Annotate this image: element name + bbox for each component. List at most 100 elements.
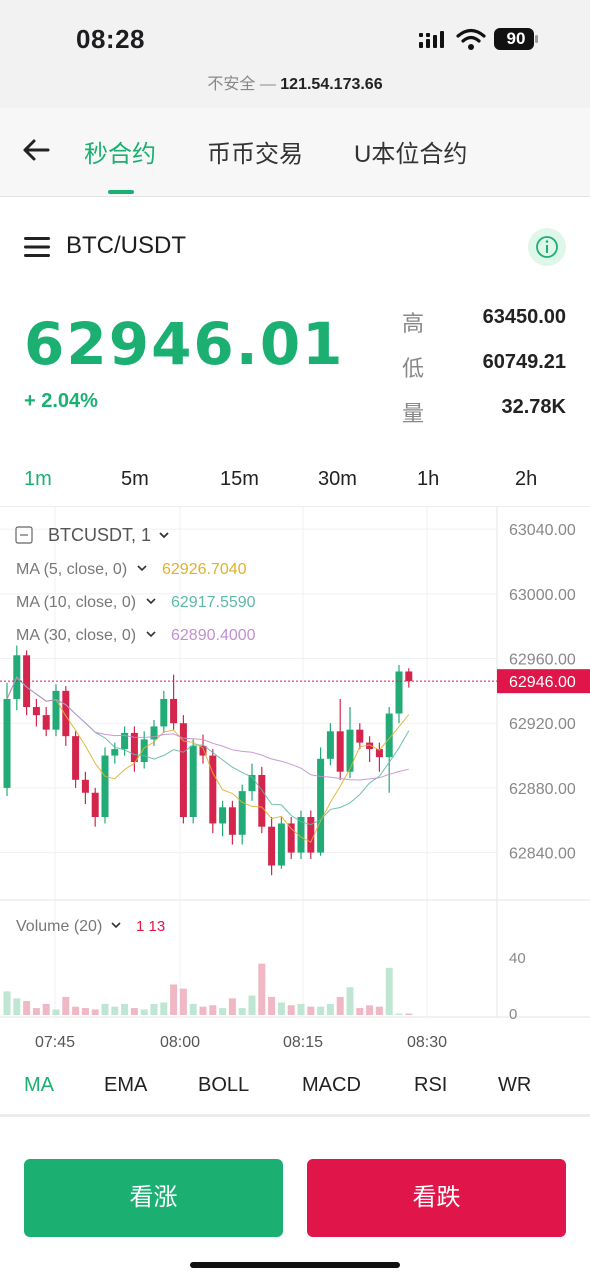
- candlestick-chart[interactable]: 63040.00 63000.00 62960.00 62920.00 62880.00…: [0, 507, 590, 1053]
- ma10-label[interactable]: MA (10, close, 0): [16, 594, 136, 611]
- back-arrow-icon[interactable]: [20, 134, 52, 166]
- volume-bar: [287, 1005, 295, 1015]
- volume-bar: [91, 1009, 99, 1015]
- tab-spot-trading[interactable]: 币币交易: [207, 134, 303, 169]
- candle-body: [356, 729, 364, 743]
- status-time: 08:28: [76, 24, 145, 54]
- volume-bar: [32, 1008, 40, 1015]
- volume-chevron-icon[interactable]: [111, 922, 121, 929]
- volume-bar: [179, 988, 187, 1015]
- ma30-chevron-icon[interactable]: [146, 631, 156, 638]
- candle-body: [307, 817, 315, 853]
- volume-bar: [13, 998, 21, 1015]
- ma5-chevron-icon[interactable]: [137, 565, 147, 572]
- volume-bar: [23, 1001, 31, 1015]
- indicator-ma[interactable]: MA: [24, 1074, 54, 1097]
- menu-icon[interactable]: [24, 236, 50, 258]
- price-chart[interactable]: 63040.00 63000.00 62960.00 62920.00 62880.00…: [0, 506, 590, 1053]
- candle-body: [160, 698, 168, 727]
- candle-body: [52, 690, 60, 730]
- volume-bar: [297, 1003, 305, 1015]
- volume-bar: [336, 996, 344, 1015]
- volume-bar: [228, 998, 236, 1015]
- current-price: 62946.01: [24, 310, 345, 378]
- time-tick-label: 07:45: [35, 1034, 75, 1051]
- candle-body: [405, 671, 413, 682]
- pair-name[interactable]: BTC/USDT: [66, 232, 186, 260]
- volume-value: 32.78K: [501, 396, 567, 418]
- volume-bar: [101, 1003, 109, 1015]
- candle-body: [258, 774, 266, 827]
- symbol-label[interactable]: BTCUSDT, 1: [48, 525, 151, 545]
- volume-bar: [52, 1009, 60, 1015]
- tab-usdt-contract[interactable]: U本位合约: [354, 134, 467, 169]
- candle-body: [268, 826, 276, 866]
- volume-bar: [209, 1005, 217, 1015]
- timeframe-15m[interactable]: 15m: [220, 468, 259, 491]
- candle-body: [219, 807, 227, 824]
- candle-body: [101, 755, 109, 817]
- ma10-chevron-icon[interactable]: [146, 598, 156, 605]
- volume-indicator-label[interactable]: Volume (20): [16, 918, 102, 935]
- price-tick-label: 62840.00: [509, 846, 576, 863]
- url-address: 121.54.173.66: [280, 76, 383, 93]
- timeframe-1h[interactable]: 1h: [417, 468, 439, 491]
- low-label: 低: [402, 356, 425, 381]
- volume-bar: [111, 1006, 119, 1015]
- price-tick-label: 62920.00: [509, 716, 576, 733]
- indicator-macd[interactable]: MACD: [302, 1074, 361, 1097]
- volume-bar: [258, 963, 266, 1015]
- candle-body: [326, 731, 334, 759]
- ma30-label[interactable]: MA (30, close, 0): [16, 627, 136, 644]
- indicator-ema[interactable]: EMA: [104, 1074, 147, 1097]
- last-price-label: 62946.00: [509, 674, 576, 691]
- volume-bar: [150, 1003, 158, 1015]
- candle-body: [170, 698, 178, 724]
- candle-body: [140, 739, 148, 763]
- buy-up-button[interactable]: 看涨: [24, 1159, 283, 1237]
- candle-body: [3, 698, 11, 788]
- volume-bar: [219, 1008, 227, 1015]
- symbol-chevron-icon[interactable]: [159, 532, 169, 539]
- volume-bar: [317, 1006, 325, 1015]
- tab-second-contract[interactable]: 秒合约: [84, 134, 156, 169]
- candle-body: [228, 807, 236, 835]
- high-value: 63450.00: [482, 306, 566, 328]
- battery-level: 90: [506, 29, 526, 48]
- info-button[interactable]: [528, 228, 566, 266]
- volume-bar: [375, 1006, 383, 1015]
- timeframe-1m[interactable]: 1m: [24, 468, 52, 491]
- wifi-icon: [456, 28, 486, 50]
- high-stat: 高 63450.00: [386, 306, 566, 336]
- volume-bar: [199, 1006, 207, 1015]
- url-bar[interactable]: 不安全 — 121.54.173.66: [0, 70, 590, 109]
- timeframe-5m[interactable]: 5m: [121, 468, 149, 491]
- volume-bar: [356, 1008, 364, 1015]
- indicator-wr[interactable]: WR: [498, 1074, 531, 1097]
- ma5-label[interactable]: MA (5, close, 0): [16, 561, 127, 578]
- time-tick-label: 08:15: [283, 1034, 323, 1051]
- candle-body: [81, 779, 89, 793]
- volume-label: 量: [402, 401, 425, 426]
- volume-bar: [160, 1002, 168, 1015]
- timeframe-30m[interactable]: 30m: [318, 468, 357, 491]
- cellular-signal-icon: [419, 31, 444, 48]
- ma30-value: 62890.4000: [171, 627, 256, 644]
- price-tick-label: 62960.00: [509, 652, 576, 669]
- volume-bar: [42, 1003, 50, 1015]
- volume-bar: [277, 1002, 285, 1015]
- buy-down-button[interactable]: 看跌: [307, 1159, 566, 1237]
- volume-bar: [72, 1006, 80, 1015]
- volume-bar: [326, 1003, 334, 1015]
- volume-bar: [130, 1008, 138, 1015]
- indicator-rsi[interactable]: RSI: [414, 1074, 447, 1097]
- candle-body: [111, 749, 119, 756]
- ma5-value: 62926.7040: [162, 561, 247, 578]
- timeframe-2h[interactable]: 2h: [515, 468, 537, 491]
- volume-bar: [189, 1003, 197, 1015]
- volume-bar: [385, 967, 393, 1015]
- candle-body: [62, 690, 70, 737]
- candle-body: [32, 707, 40, 716]
- volume-bar: [395, 1013, 403, 1015]
- indicator-boll[interactable]: BOLL: [198, 1074, 249, 1097]
